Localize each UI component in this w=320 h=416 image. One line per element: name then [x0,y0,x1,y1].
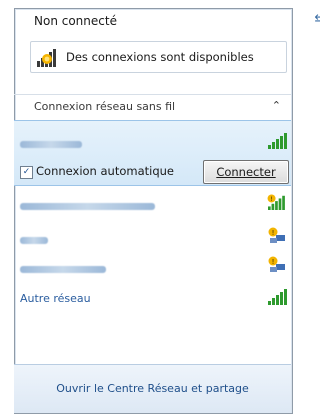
open-network-center-link[interactable]: Ouvrir le Centre Réseau et partage [14,382,291,395]
other-network-link[interactable]: Autre réseau [20,292,91,305]
secured-network-icon: ! [268,256,285,272]
signal-strength-icon [268,289,287,305]
signal-strength-icon [268,133,287,149]
connect-button-label: Connecter [216,165,276,179]
network-name-redacted [20,266,106,273]
connect-button[interactable]: Connecter [203,160,289,184]
refresh-icon[interactable]: ⇆ [312,13,320,27]
network-name-redacted [20,203,155,210]
svg-text:!: ! [272,229,275,237]
svg-text:!: ! [272,258,275,266]
auto-connect-label: Connexion automatique [36,164,174,178]
network-item[interactable] [20,200,155,213]
availability-panel: Des connexions sont disponibles [30,41,287,73]
flyout-header: Non connecté ⇆ Des connexions sont dispo… [14,0,320,94]
section-label: Connexion réseau sans fil [34,100,176,113]
network-item[interactable] [20,263,106,276]
network-name-redacted [20,237,48,244]
network-available-icon [37,49,56,67]
network-name[interactable] [20,138,82,151]
secured-network-icon: ! [268,227,285,243]
network-item[interactable] [20,234,48,247]
network-name-redacted [20,141,82,148]
connection-status: Non connecté [34,14,117,28]
svg-text:!: ! [270,196,273,203]
wireless-section-header[interactable]: Connexion réseau sans fil ⌃ [14,94,291,120]
flyout-footer: Ouvrir le Centre Réseau et partage [14,364,291,413]
chevron-up-icon[interactable]: ⌃ [272,99,281,112]
auto-connect-checkbox[interactable]: ✓ [20,166,33,179]
availability-text: Des connexions sont disponibles [66,50,254,64]
secured-signal-icon: ! [267,194,285,210]
